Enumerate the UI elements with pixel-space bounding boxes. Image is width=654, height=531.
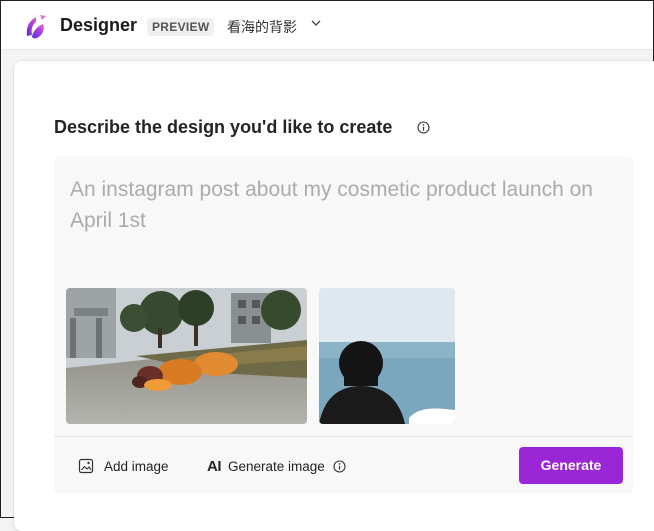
- account-switcher-label[interactable]: 看海的背影: [227, 17, 297, 37]
- info-icon[interactable]: [333, 459, 346, 473]
- preview-badge: PREVIEW: [147, 18, 215, 36]
- chevron-down-icon[interactable]: [310, 17, 322, 29]
- suggestion-image-portrait[interactable]: [319, 288, 455, 424]
- designer-logo-icon[interactable]: [24, 12, 50, 40]
- image-icon: [78, 458, 94, 474]
- add-image-button[interactable]: Add image: [78, 457, 169, 475]
- toolbar-divider: [54, 436, 633, 437]
- add-image-label: Add image: [104, 458, 169, 474]
- ai-icon: AI: [207, 457, 222, 475]
- generate-button[interactable]: Generate: [519, 447, 623, 484]
- top-bar: Designer PREVIEW 看海的背影: [1, 1, 653, 50]
- generate-image-label: Generate image: [228, 458, 325, 474]
- generate-image-button[interactable]: AI Generate image: [207, 457, 346, 475]
- info-icon[interactable]: [417, 121, 430, 134]
- suggestion-image-shell[interactable]: [66, 288, 307, 424]
- page-title: Describe the design you'd like to create: [54, 117, 393, 137]
- prompt-input[interactable]: An instagram post about my cosmetic prod…: [70, 174, 610, 236]
- app-title: Designer: [60, 15, 138, 35]
